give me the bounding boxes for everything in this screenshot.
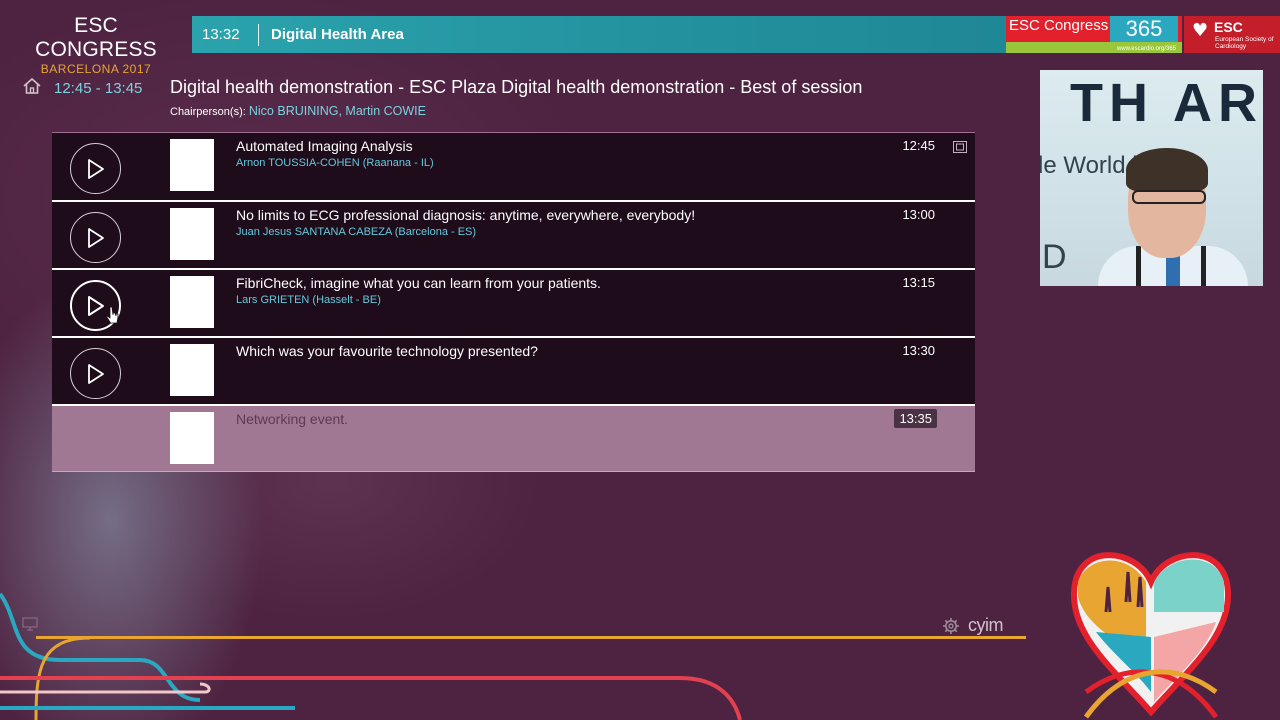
- item-time: 13:15: [902, 275, 935, 290]
- play-button[interactable]: [70, 143, 121, 194]
- presentation-list: Automated Imaging Analysis Arnon TOUSSIA…: [52, 132, 975, 472]
- esc365-logo[interactable]: ESC Congress 365 www.escardio.org/365: [1006, 16, 1182, 53]
- logo-title: ESC CONGRESS: [35, 14, 157, 61]
- video-background-text: TH AR: [1070, 73, 1263, 133]
- list-item[interactable]: Automated Imaging Analysis Arnon TOUSSIA…: [52, 132, 975, 200]
- item-speaker: Lars GRIETEN (Hasselt - BE): [236, 294, 381, 306]
- esc365-label: ESC Congress: [1009, 17, 1109, 34]
- item-speaker: Juan Jesus SANTANA CABEZA (Barcelona - E…: [236, 226, 477, 238]
- item-title: Automated Imaging Analysis: [236, 138, 413, 154]
- list-item[interactable]: Which was your favourite technology pres…: [52, 336, 975, 404]
- chairpersons: Chairperson(s): Nico BRUINING, Martin CO…: [170, 104, 426, 118]
- session-title: Digital health demonstration - ESC Plaza…: [170, 77, 863, 97]
- item-time: 13:35: [894, 409, 937, 428]
- item-title: Networking event.: [236, 411, 349, 427]
- session-time: 12:45 - 13:45: [54, 80, 143, 97]
- footer-line: [36, 636, 1026, 639]
- thumbnail: [170, 276, 214, 328]
- chair-label: Chairperson(s):: [170, 106, 246, 118]
- esc365-number: 365: [1110, 16, 1178, 42]
- home-icon[interactable]: [22, 76, 42, 96]
- video-background-text: D: [1042, 238, 1067, 276]
- item-time: 13:00: [902, 207, 935, 222]
- gear-icon[interactable]: [942, 617, 960, 635]
- esc-full-name: European Society of Cardiology: [1215, 36, 1274, 50]
- esc-logo: ♥ ESC European Society of Cardiology: [1184, 16, 1280, 53]
- play-icon: [87, 363, 104, 384]
- heart-logo-icon: [1070, 552, 1232, 719]
- heart-icon: ♥: [1192, 20, 1209, 41]
- speaker-hair: [1126, 148, 1208, 192]
- esc-congress-logo: ESC CONGRESS BARCELONA 2017: [16, 14, 176, 76]
- item-title: FibriCheck, imagine what you can learn f…: [236, 275, 601, 291]
- film-icon[interactable]: [953, 141, 967, 153]
- list-item[interactable]: Networking event. 13:35: [52, 404, 975, 472]
- speaker-video[interactable]: TH AR le World l pro D: [1040, 70, 1263, 286]
- thumbnail: [170, 344, 214, 396]
- thumbnail: [170, 208, 214, 260]
- esc365-url: www.escardio.org/365: [1116, 46, 1176, 52]
- play-icon: [87, 158, 104, 179]
- item-time: 13:30: [902, 343, 935, 358]
- item-title: No limits to ECG professional diagnosis:…: [236, 207, 696, 223]
- item-title: Which was your favourite technology pres…: [236, 343, 538, 359]
- monitor-icon[interactable]: [22, 617, 38, 631]
- thumbnail: [170, 412, 214, 464]
- item-speaker: Arnon TOUSSIA-COHEN (Raanana - IL): [236, 157, 434, 169]
- list-item[interactable]: No limits to ECG professional diagnosis:…: [52, 200, 975, 268]
- logo-subtitle: BARCELONA 2017: [40, 62, 152, 76]
- area-title: Digital Health Area: [271, 26, 404, 43]
- list-item[interactable]: FibriCheck, imagine what you can learn f…: [52, 268, 975, 336]
- divider: [258, 23, 259, 46]
- esc-name: ESC: [1214, 19, 1243, 35]
- play-button[interactable]: [70, 212, 121, 263]
- top-bar: 13:32 Digital Health Area: [192, 16, 1008, 53]
- play-icon: [87, 227, 104, 248]
- item-time: 12:45: [902, 138, 935, 153]
- chair-names: Nico BRUINING, Martin COWIE: [248, 104, 426, 118]
- mouse-cursor-icon: [106, 306, 119, 324]
- speaker-glasses: [1132, 190, 1206, 204]
- decorative-lines: [0, 592, 742, 720]
- play-icon: [87, 295, 104, 316]
- play-button[interactable]: [70, 348, 121, 399]
- cyim-logo: cyim: [968, 615, 1004, 635]
- thumbnail: [170, 139, 214, 191]
- clock: 13:32: [202, 26, 240, 43]
